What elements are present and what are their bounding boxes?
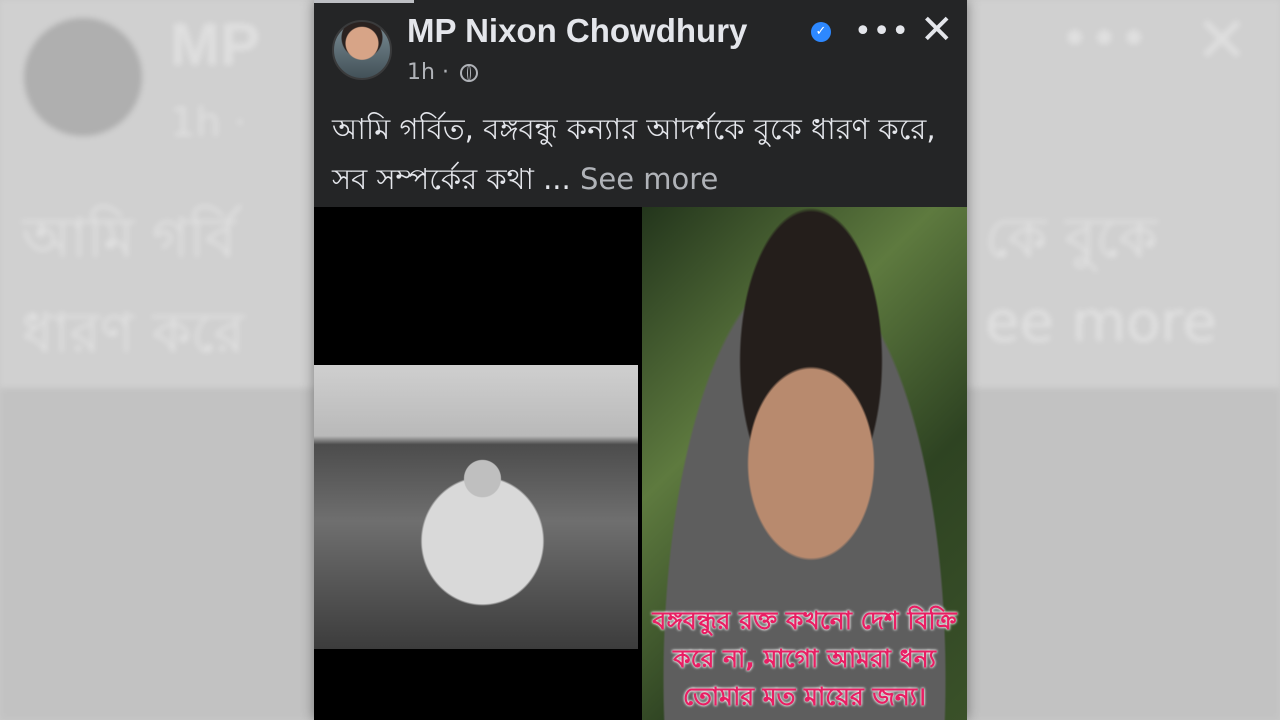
post-text: আমি গর্বিত, বঙ্গবন্ধু কন্যার আদর্শকে বুক…: [332, 104, 952, 204]
blurred-author-name: MP: [170, 11, 260, 78]
meta-separator: ·: [441, 60, 449, 85]
globe-icon[interactable]: [459, 64, 478, 82]
post-time[interactable]: 1h: [407, 60, 435, 85]
blurred-time: 1h ·: [170, 100, 247, 146]
verified-badge-icon: ✓: [811, 22, 831, 42]
see-more-link[interactable]: See more: [580, 162, 718, 196]
image-caption: বঙ্গবন্ধুর রক্ত কখনো দেশ বিক্রি করে না, …: [652, 606, 957, 711]
author-avatar[interactable]: [332, 20, 392, 80]
blurred-avatar: [24, 18, 142, 136]
image-right-pane: বঙ্গবন্ধুর রক্ত কখনো দেশ বিক্রি করে না, …: [642, 207, 967, 720]
blurred-text-right2: ee more: [985, 290, 1217, 355]
post-image[interactable]: বঙ্গবন্ধুর রক্ত কখনো দেশ বিক্রি করে না, …: [314, 207, 967, 720]
blurred-text-right1: কে বুকে: [985, 206, 1158, 271]
author-name[interactable]: MP Nixon Chowdhury: [407, 12, 747, 50]
historic-photo: [314, 365, 638, 649]
post-header: MP Nixon Chowdhury ✓ 1h · ••• ✕: [314, 0, 967, 96]
blurred-more-icon: •••: [1060, 10, 1149, 68]
blurred-text-line1: আমি গর্বি: [22, 206, 237, 271]
post-meta: 1h ·: [407, 60, 478, 85]
blurred-close-icon: ✕: [1195, 4, 1249, 78]
post-card: MP Nixon Chowdhury ✓ 1h · ••• ✕ আমি গর্ব…: [314, 0, 967, 720]
close-icon[interactable]: ✕: [920, 8, 954, 52]
image-left-pane: [314, 207, 638, 720]
blurred-text-line2: ধারণ করে: [22, 301, 245, 366]
more-options-icon[interactable]: •••: [854, 14, 910, 49]
